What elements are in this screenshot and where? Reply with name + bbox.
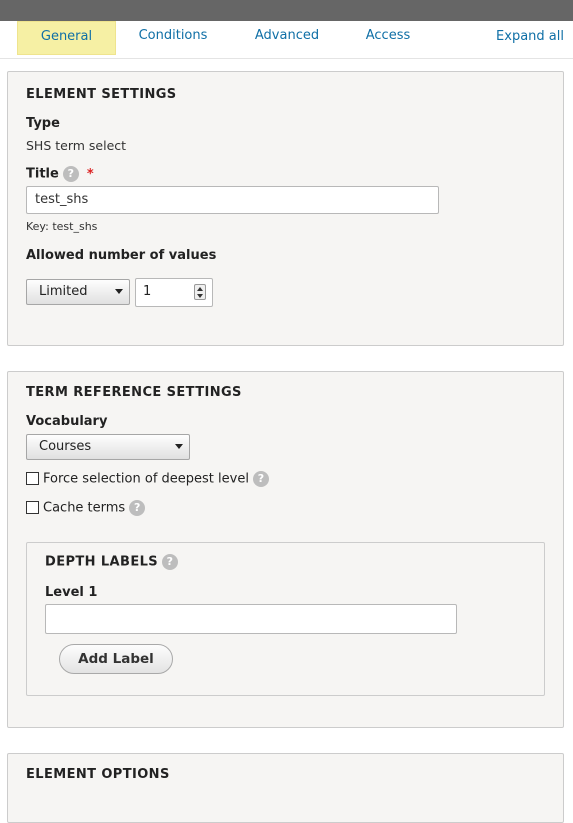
tab-advanced[interactable]: Advanced [245,21,329,55]
depth-labels-fieldset: DEPTH LABELS? Level 1 Add Label [26,542,545,696]
depth-labels-legend: DEPTH LABELS [45,554,159,570]
title-label-row: Title? * [26,166,94,182]
help-icon[interactable]: ? [129,500,146,516]
force-deepest-level-label: Force selection of deepest level [43,471,249,487]
add-label-button[interactable]: Add Label [59,644,173,674]
force-deepest-level-option[interactable]: Force selection of deepest level? [26,471,269,487]
element-options-legend: ELEMENT OPTIONS [26,767,170,782]
chevron-down-icon [175,444,183,449]
required-mark: * [86,166,94,182]
element-options-fieldset: ELEMENT OPTIONS [7,753,564,823]
title-label: Title [26,166,59,182]
tab-general[interactable]: General [17,21,116,55]
tab-access[interactable]: Access [356,21,420,55]
depth-labels-legend-row: DEPTH LABELS? [45,554,179,570]
term-reference-legend: TERM REFERENCE SETTINGS [26,385,242,400]
tab-bar: General Conditions Advanced Access Expan… [0,21,573,59]
vocabulary-select[interactable]: Courses [26,434,190,460]
help-icon[interactable]: ? [162,554,179,570]
admin-toolbar [0,0,573,21]
allowed-values-label: Allowed number of values [26,248,217,263]
force-deepest-level-checkbox[interactable] [26,471,39,485]
element-settings-fieldset: ELEMENT SETTINGS Type SHS term select Ti… [7,71,564,346]
cache-terms-checkbox[interactable] [26,500,39,514]
title-input[interactable]: test_shs [26,186,439,214]
tab-conditions[interactable]: Conditions [128,21,218,55]
level-1-input[interactable] [45,604,457,634]
allowed-values-select[interactable]: Limited [26,279,130,305]
number-spinner[interactable] [194,284,206,300]
allowed-values-select-value: Limited [39,284,88,299]
term-reference-settings-fieldset: TERM REFERENCE SETTINGS Vocabulary Cours… [7,371,564,728]
expand-all-link[interactable]: Expand all [496,29,564,44]
element-settings-legend: ELEMENT SETTINGS [26,87,177,102]
type-value: SHS term select [26,138,127,153]
help-icon[interactable]: ? [62,166,79,182]
allowed-values-number-input[interactable]: 1 [135,278,213,307]
help-icon[interactable]: ? [252,471,269,487]
level-1-label: Level 1 [45,585,98,600]
chevron-down-icon [115,289,123,294]
spinner-down-icon[interactable] [197,294,203,298]
spinner-up-icon[interactable] [197,287,203,291]
cache-terms-option[interactable]: Cache terms? [26,500,146,516]
cache-terms-label: Cache terms [43,500,126,516]
key-description: Key: test_shs [26,220,98,233]
vocabulary-label: Vocabulary [26,414,108,429]
type-label: Type [26,116,60,131]
allowed-values-number: 1 [143,284,152,299]
vocabulary-select-value: Courses [39,439,92,454]
